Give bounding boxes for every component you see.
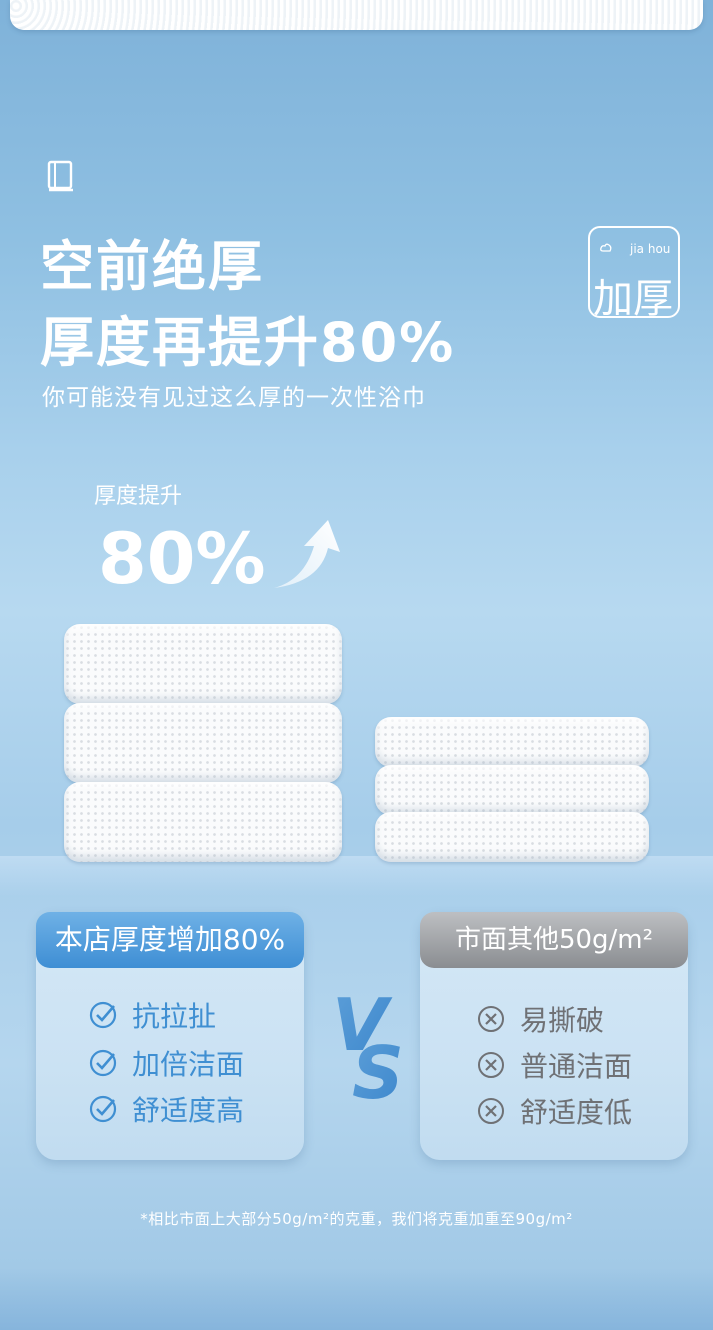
our-feature-item: 舒适度高	[88, 1092, 245, 1127]
headline-line2: 厚度再提升80%	[40, 311, 456, 374]
feature-text: 加倍洁面	[132, 1048, 245, 1081]
towel-thin-2	[375, 765, 649, 815]
cross-circle-icon	[478, 1006, 504, 1032]
cross-circle-icon	[478, 1052, 504, 1078]
check-circle-icon	[89, 1001, 117, 1029]
thick-badge: jia hou 加厚	[588, 226, 680, 322]
other-product-card: 市面其他50g/m² 易撕破 普通洁面 舒适度低	[420, 912, 688, 1160]
towel-thick-2	[64, 703, 342, 783]
check-circle-icon	[89, 1095, 117, 1123]
up-arrow-icon	[274, 520, 340, 588]
our-card-title: 本店厚度增加80%	[36, 912, 304, 968]
feature-text: 易撕破	[520, 1004, 605, 1037]
book-icon	[47, 160, 73, 192]
feature-text: 舒适度低	[520, 1096, 633, 1129]
headline-line1: 空前绝厚	[40, 235, 264, 298]
cloud-icon	[600, 243, 612, 252]
feature-text: 舒适度高	[132, 1094, 245, 1127]
towel-texture-banner	[10, 0, 703, 30]
our-product-card: 本店厚度增加80% 抗拉扯 加倍洁面 舒适度高	[36, 912, 304, 1160]
vs-graphic: V S	[332, 983, 404, 1100]
other-feature-item: 易撕破	[476, 1002, 605, 1037]
towel-thick-1	[64, 782, 342, 862]
other-feature-item: 普通洁面	[476, 1048, 633, 1083]
badge-text: 加厚	[593, 276, 673, 322]
cross-circle-icon	[478, 1098, 504, 1124]
display-shelf	[0, 856, 713, 896]
feature-text: 抗拉扯	[132, 1000, 217, 1033]
footnote: *相比市面上大部分50g/m²的克重，我们将克重加重至90g/m²	[140, 1210, 573, 1228]
other-card-title: 市面其他50g/m²	[420, 912, 688, 968]
bottom-band	[0, 1268, 713, 1330]
towel-thin-1	[375, 812, 649, 862]
our-feature-item: 抗拉扯	[88, 998, 217, 1033]
towel-thin-3	[375, 717, 649, 767]
towel-thick-3	[64, 624, 342, 704]
svg-text:S: S	[352, 1031, 404, 1100]
other-feature-item: 舒适度低	[476, 1094, 633, 1129]
badge-pinyin: jia hou	[630, 242, 671, 256]
increase-label: 厚度提升	[94, 484, 183, 509]
check-circle-icon	[89, 1049, 117, 1077]
feature-text: 普通洁面	[520, 1050, 633, 1083]
subtitle: 你可能没有见过这么厚的一次性浴巾	[42, 385, 426, 411]
increase-value: 80%	[98, 518, 266, 600]
our-feature-item: 加倍洁面	[88, 1046, 245, 1081]
